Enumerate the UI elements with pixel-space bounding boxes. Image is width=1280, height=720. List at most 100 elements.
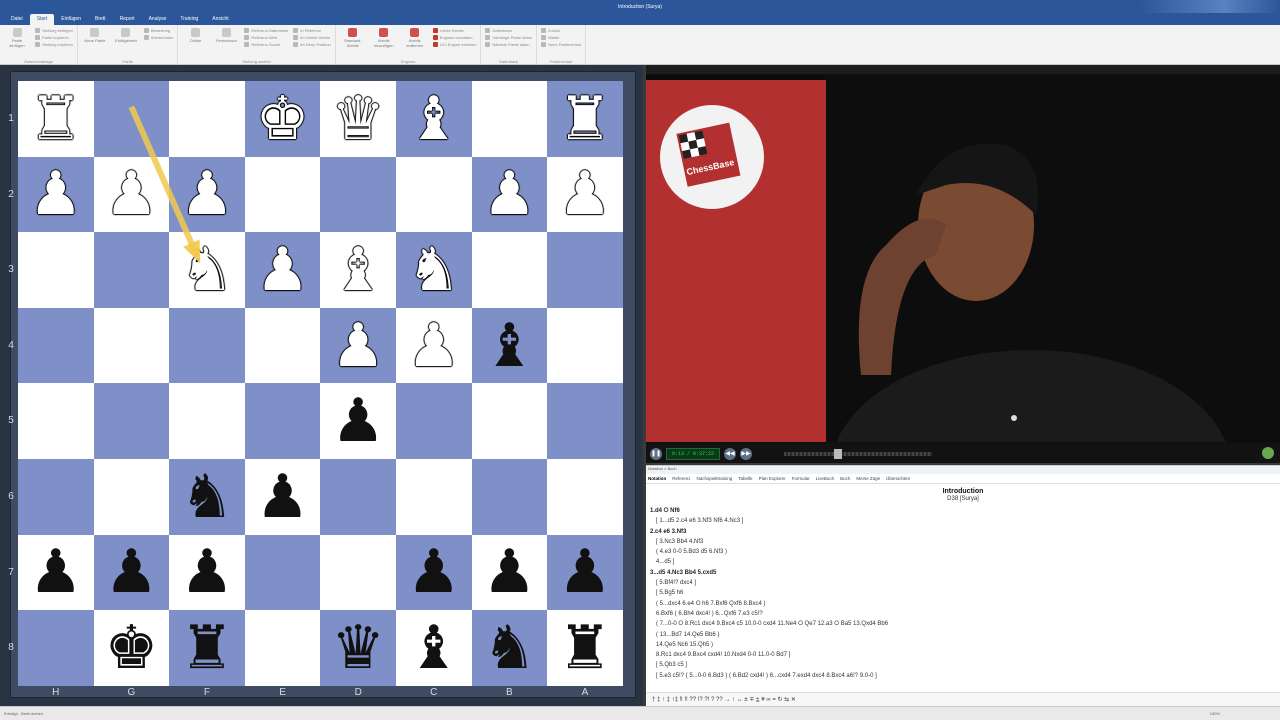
board-square-e1[interactable]: ♚ (244, 81, 321, 157)
board-square-g6[interactable] (93, 458, 170, 535)
notation-line[interactable]: 1.d4 ⭘ Nf6 (650, 506, 1280, 516)
menu-tab-datei[interactable]: Datei (4, 14, 30, 25)
board-square-a5[interactable] (547, 383, 623, 459)
board-square-f1[interactable] (169, 81, 245, 157)
ribbon-item[interactable]: In Referenz (293, 28, 330, 33)
board-square-b1[interactable] (471, 81, 548, 157)
menu-tab-start[interactable]: Start (29, 14, 55, 25)
board-square-d4[interactable]: ♟ (320, 307, 396, 384)
white-piece[interactable]: ♟ (482, 164, 536, 224)
forward-button[interactable]: ▶▶ (740, 447, 753, 460)
board-square-d2[interactable] (320, 156, 396, 233)
black-piece[interactable]: ♟ (482, 542, 536, 602)
white-piece[interactable]: ♞ (180, 240, 234, 300)
board-square-a2[interactable]: ♟ (547, 156, 623, 233)
ribbon-item[interactable]: Bewertung (143, 28, 173, 33)
board-square-d1[interactable]: ♛ (320, 81, 396, 157)
menu-tab-analyse[interactable]: Analyse (142, 14, 174, 25)
notation-line[interactable]: [ 3.Nc3 Bb4 4.Nf3 (650, 537, 1280, 547)
board-square-a1[interactable]: ♜ (547, 81, 623, 157)
board-square-h4[interactable] (18, 307, 94, 384)
ribbon-item[interactable]: Weiter (541, 35, 581, 40)
white-piece[interactable]: ♟ (29, 164, 83, 224)
notation-line[interactable]: 6.Bxf6 ( 6.Bh4 dxc4! ) 6...Qxf6 7.e3 c5!… (650, 609, 1280, 619)
ribbon-item[interactable]: Referenz-Web (244, 35, 288, 40)
board-square-a4[interactable] (547, 307, 623, 384)
board-square-e2[interactable] (244, 156, 321, 233)
notation-line[interactable]: ( 7...0-0 ⭘ 8.Rc1 dxc4 9.Bxc4 c5 10.0-0 … (650, 619, 1280, 629)
board-square-c5[interactable] (395, 383, 472, 459)
black-piece[interactable]: ♟ (29, 542, 83, 602)
board-square-h7[interactable]: ♟ (18, 534, 94, 611)
video-frame[interactable]: ChessBase (646, 75, 1280, 442)
board-square-d3[interactable]: ♝ (320, 232, 396, 308)
black-piece[interactable]: ♚ (104, 618, 158, 678)
ribbon-item[interactable]: Im Online-Verein (293, 35, 330, 40)
board-square-b7[interactable]: ♟ (471, 534, 548, 611)
ribbon-item[interactable]: Nächste Partie laden (485, 42, 532, 47)
ribbon-item[interactable]: Wiederholen (143, 35, 173, 40)
notation-line[interactable]: [ 5.Bg5 h6 (650, 588, 1280, 598)
board-square-e7[interactable] (244, 534, 321, 611)
black-piece[interactable]: ♝ (407, 618, 461, 678)
board-square-c2[interactable] (395, 156, 472, 233)
board-square-f7[interactable]: ♟ (169, 534, 245, 611)
board-square-g8[interactable]: ♚ (93, 610, 170, 686)
board-square-f8[interactable]: ♜ (169, 610, 245, 686)
board-square-a8[interactable]: ♜ (547, 610, 623, 686)
board-square-c8[interactable]: ♝ (395, 610, 472, 686)
ribbon-item[interactable]: Referenz-Datenbank (244, 28, 288, 33)
board-square-g4[interactable] (93, 307, 170, 384)
white-piece[interactable]: ♛ (331, 89, 385, 149)
board-square-c3[interactable]: ♞ (395, 232, 472, 308)
board-square-a7[interactable]: ♟ (547, 534, 623, 611)
ribbon-item[interactable]: Zurück (541, 28, 581, 33)
notation-tab[interactable]: Meine Züge (856, 476, 880, 481)
board-square-b2[interactable]: ♟ (471, 156, 548, 233)
notation-tab[interactable]: Referenz (672, 476, 690, 481)
board-square-a3[interactable] (547, 232, 623, 308)
ribbon-item[interactable]: Stellung kopieren (35, 42, 73, 47)
notation-tab[interactable]: LiveBuch (816, 476, 835, 481)
board-square-c7[interactable]: ♟ (395, 534, 472, 611)
board-square-e3[interactable]: ♟ (244, 232, 321, 308)
notation-line[interactable]: ( 13...Bd7 14.Qe5 Bb6 ) (650, 630, 1280, 640)
notation-tab[interactable]: Buch (840, 476, 850, 481)
board-square-h6[interactable] (18, 458, 94, 535)
black-piece[interactable]: ♞ (482, 618, 536, 678)
board-square-f5[interactable] (169, 383, 245, 459)
notation-line[interactable]: [ 5.e3 c5!? ( 5...0-0 6.Bd3 ) ( 6.Bd2 cx… (650, 671, 1280, 681)
board-square-e8[interactable] (244, 610, 321, 686)
notation-tab[interactable]: Tabelle (738, 476, 752, 481)
notation-tab[interactable]: Nachspielttraining (697, 476, 733, 481)
ribbon-item[interactable]: Datenbank (485, 28, 532, 33)
black-piece[interactable]: ♟ (180, 542, 234, 602)
board-square-h3[interactable] (18, 232, 94, 308)
video-status-icon[interactable] (1262, 447, 1274, 459)
chess-board[interactable]: ♜ ♚ ♛ ♝ ♜ ♟ ♟ ♟ ♟ ♟ ♞ ♟ ♝ ♞ ♟ ♟ ♝ ♟ ♞ ♟ ♟ ♟ ♟ ♟ ♟ ♟ ♚ ♜ ♛ ♝ ♞ ♜ (18, 81, 623, 686)
board-square-g3[interactable] (93, 232, 170, 308)
board-square-b6[interactable] (471, 458, 548, 535)
board-square-f3[interactable]: ♞ (169, 232, 245, 308)
board-square-g2[interactable]: ♟ (93, 156, 170, 233)
video-seek-bar[interactable] (784, 448, 933, 459)
notation-line[interactable]: [ 5.Bf4!? dxc4 ] (650, 578, 1280, 588)
board-square-h1[interactable]: ♜ (18, 81, 94, 157)
board-square-c4[interactable]: ♟ (395, 307, 472, 384)
board-square-g7[interactable]: ♟ (93, 534, 170, 611)
black-piece[interactable]: ♝ (482, 316, 536, 376)
pause-button[interactable]: ❚❚ (650, 447, 662, 460)
white-piece[interactable]: ♜ (29, 89, 83, 149)
board-square-b3[interactable] (471, 232, 548, 308)
seek-thumb[interactable] (834, 448, 843, 459)
board-square-d8[interactable]: ♛ (320, 610, 396, 686)
annotation-toolbar[interactable]: † ‡ ↑ ‡ ↑‡ ‼ !! ?? !? ?! ? ?? → ↑ ↔ ± ∓ … (646, 692, 1280, 706)
ribbon-item[interactable]: Neue Partieverlauf (541, 42, 581, 47)
white-piece[interactable]: ♜ (558, 89, 612, 149)
black-piece[interactable]: ♟ (256, 467, 310, 527)
notation-line[interactable]: [ 5.Qb3 c5 ] (650, 660, 1280, 670)
ribbon-item[interactable]: Stellung einfügen (35, 28, 73, 33)
notation-line[interactable]: 3...d5 4.Nc3 Bb4 5.cxd5 (650, 568, 1280, 578)
board-square-f4[interactable] (169, 307, 245, 384)
menu-tab-brett[interactable]: Brett (88, 14, 113, 25)
